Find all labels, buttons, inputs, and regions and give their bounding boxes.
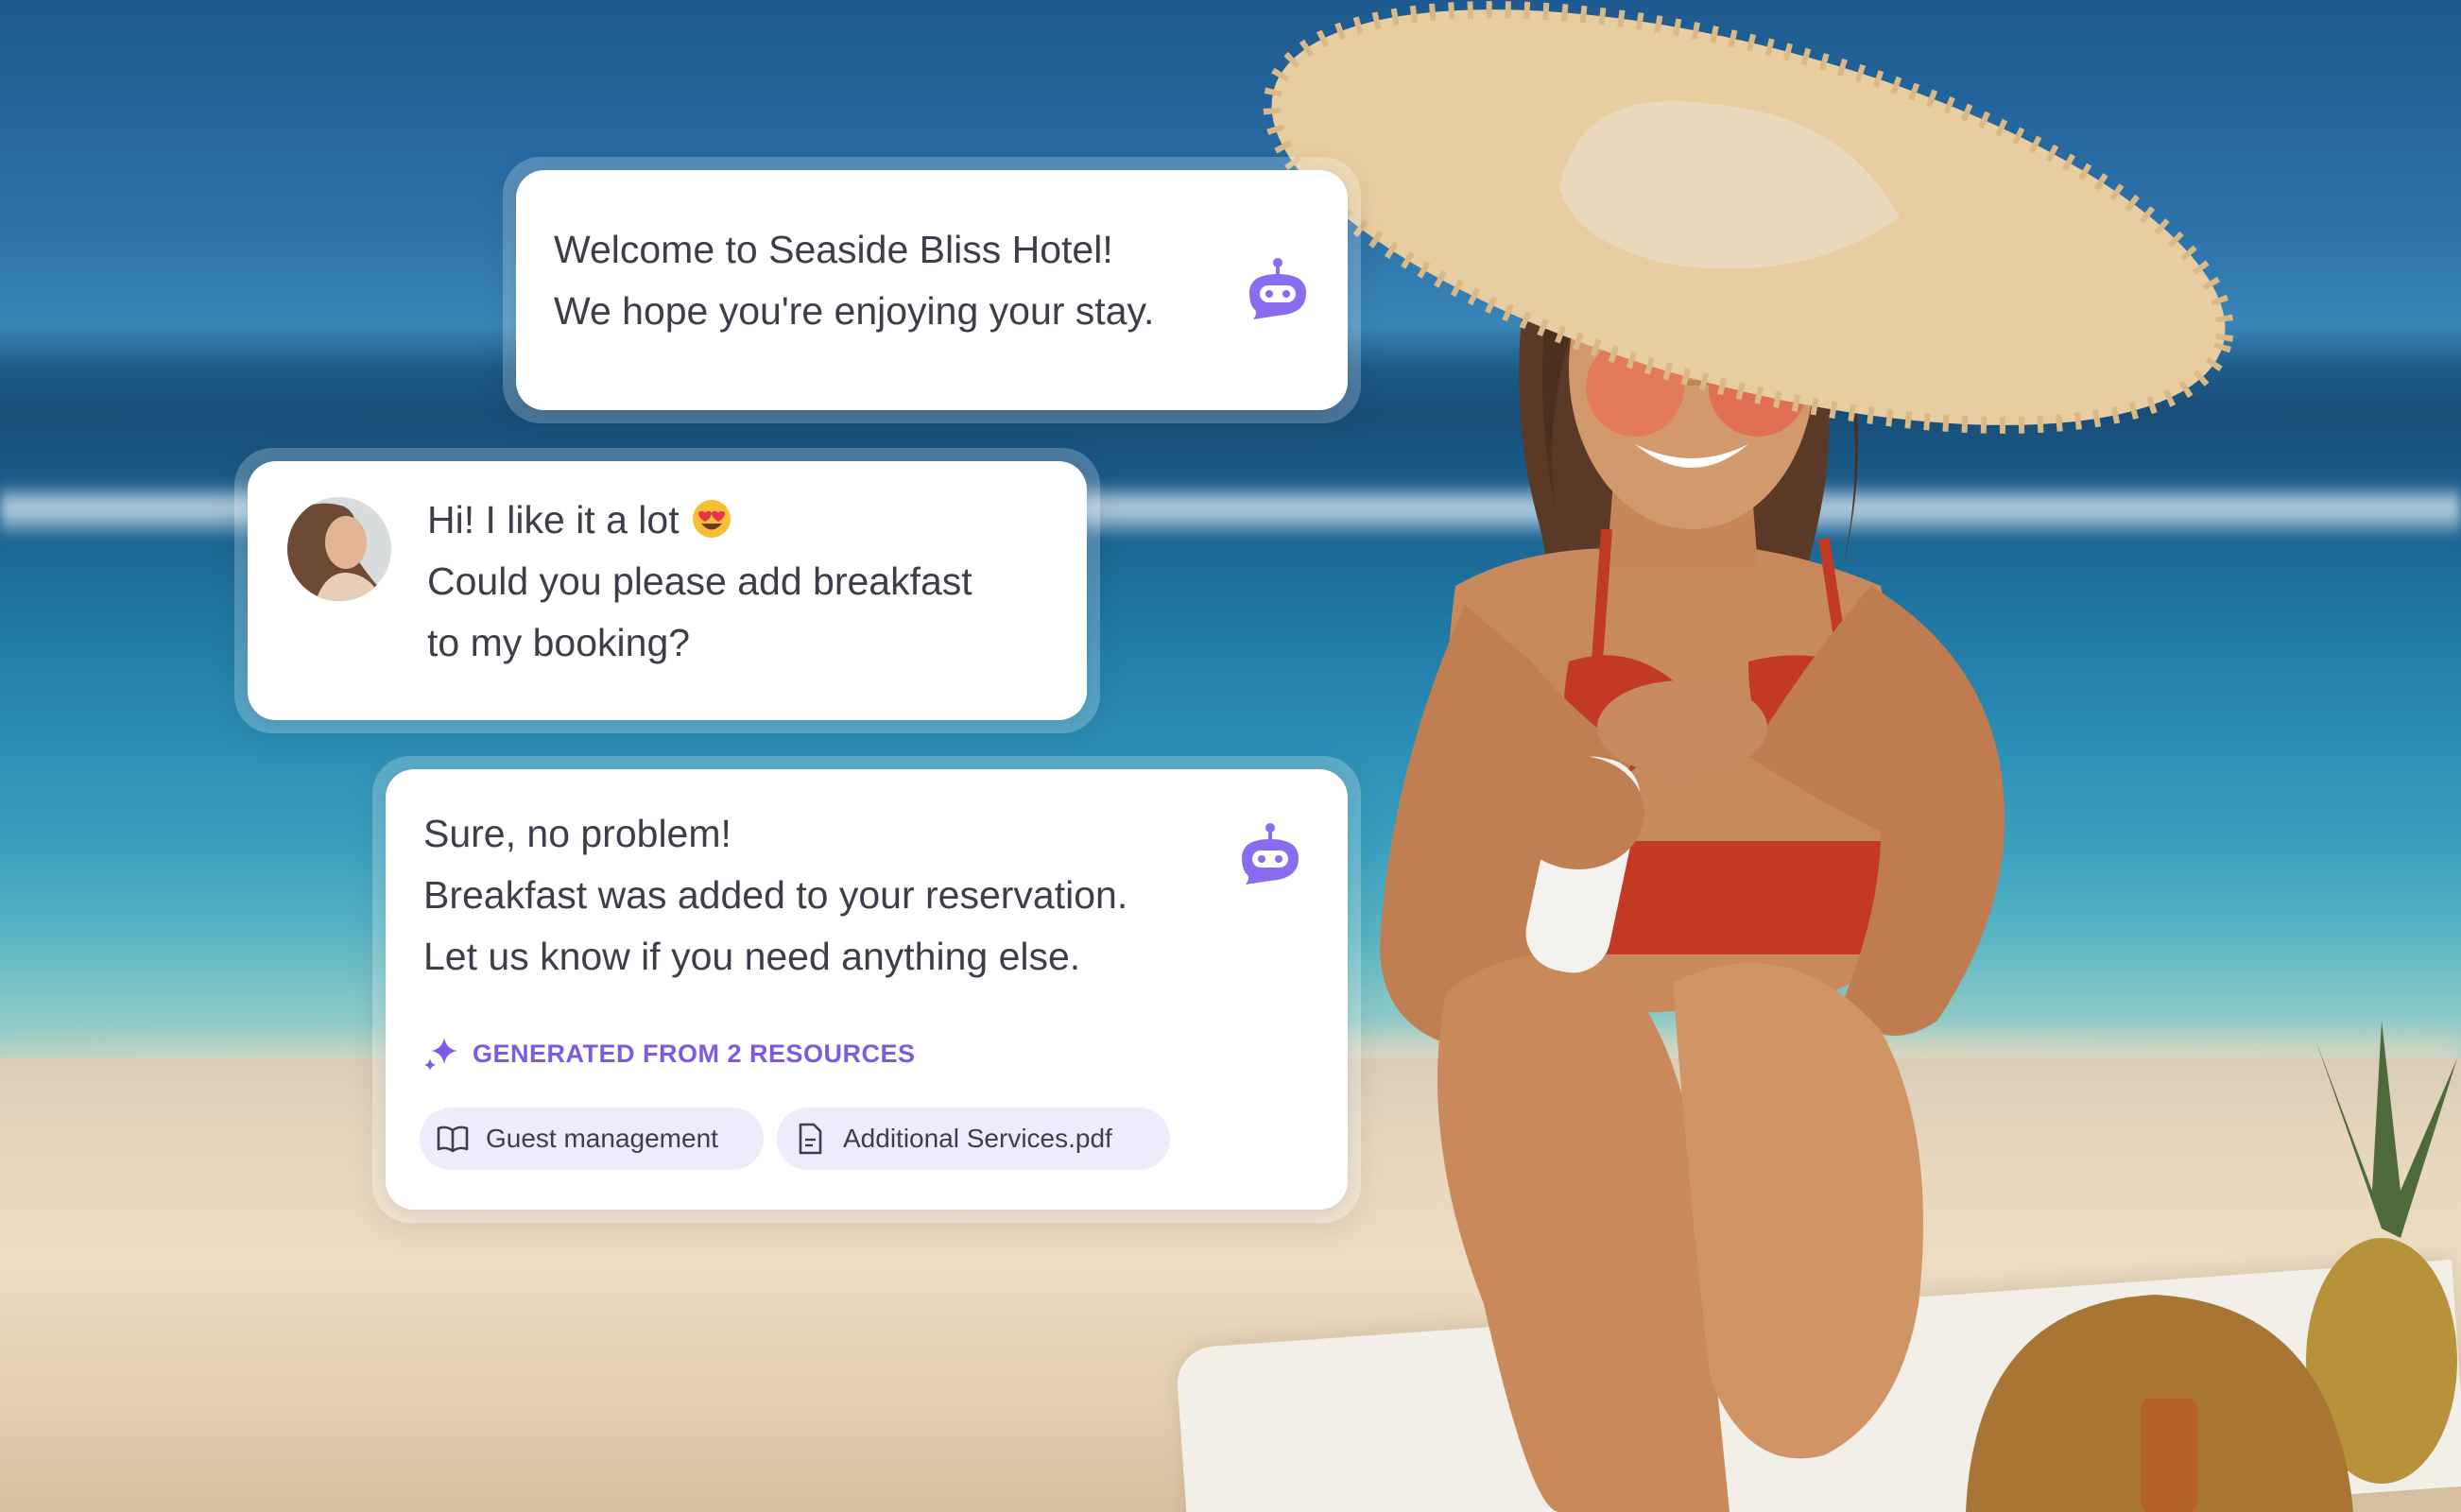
guest-line-2: Could you please add breakfast	[427, 559, 972, 603]
source-chip-guest-management[interactable]: Guest management	[420, 1108, 764, 1170]
sparkle-icon	[424, 1038, 457, 1071]
welcome-line-2: We hope you're enjoying your stay.	[554, 289, 1155, 333]
sources-heading: GENERATED FROM 2 RESOURCES	[423, 1036, 916, 1072]
bot-avatar-icon	[1249, 258, 1306, 319]
guest-message-text: Hi! I like it a lot Could you please add…	[427, 490, 972, 674]
source-chip-additional-services[interactable]: Additional Services.pdf	[777, 1108, 1170, 1170]
bot-reply-bubble: Sure, no problem! Breakfast was added to…	[372, 756, 1361, 1223]
source-chip-label: Guest management	[486, 1124, 718, 1153]
source-chip-label: Additional Services.pdf	[843, 1124, 1112, 1153]
bot-reply-card: Sure, no problem! Breakfast was added to…	[386, 769, 1348, 1210]
guest-line-1: Hi! I like it a lot	[427, 490, 972, 551]
bot-reply-text: Sure, no problem! Breakfast was added to…	[423, 803, 1127, 988]
guest-avatar	[287, 497, 391, 601]
guest-message-card: Hi! I like it a lot Could you please add…	[248, 461, 1087, 720]
reply-line-3: Let us know if you need anything else.	[423, 935, 1081, 978]
welcome-message-bubble: Welcome to Seaside Bliss Hotel! We hope …	[503, 157, 1361, 423]
heart-eyes-emoji-icon	[692, 500, 731, 539]
reply-line-1: Sure, no problem!	[423, 812, 731, 855]
sources-label: GENERATED FROM 2 RESOURCES	[473, 1039, 916, 1068]
book-icon	[437, 1125, 469, 1153]
woman-in-sun-hat-illustration	[1263, 1, 2457, 1512]
welcome-line-1: Welcome to Seaside Bliss Hotel!	[554, 228, 1113, 271]
guest-line-1-text: Hi! I like it a lot	[427, 498, 680, 541]
bot-avatar-icon	[1242, 823, 1299, 885]
guest-avatar-photo	[287, 497, 391, 601]
guest-line-3: to my booking?	[427, 621, 691, 664]
welcome-message-card: Welcome to Seaside Bliss Hotel! We hope …	[516, 170, 1348, 410]
reply-line-2: Breakfast was added to your reservation.	[423, 873, 1128, 917]
welcome-message-text: Welcome to Seaside Bliss Hotel! We hope …	[554, 219, 1154, 342]
document-icon	[799, 1123, 822, 1155]
guest-message-bubble: Hi! I like it a lot Could you please add…	[234, 448, 1100, 733]
